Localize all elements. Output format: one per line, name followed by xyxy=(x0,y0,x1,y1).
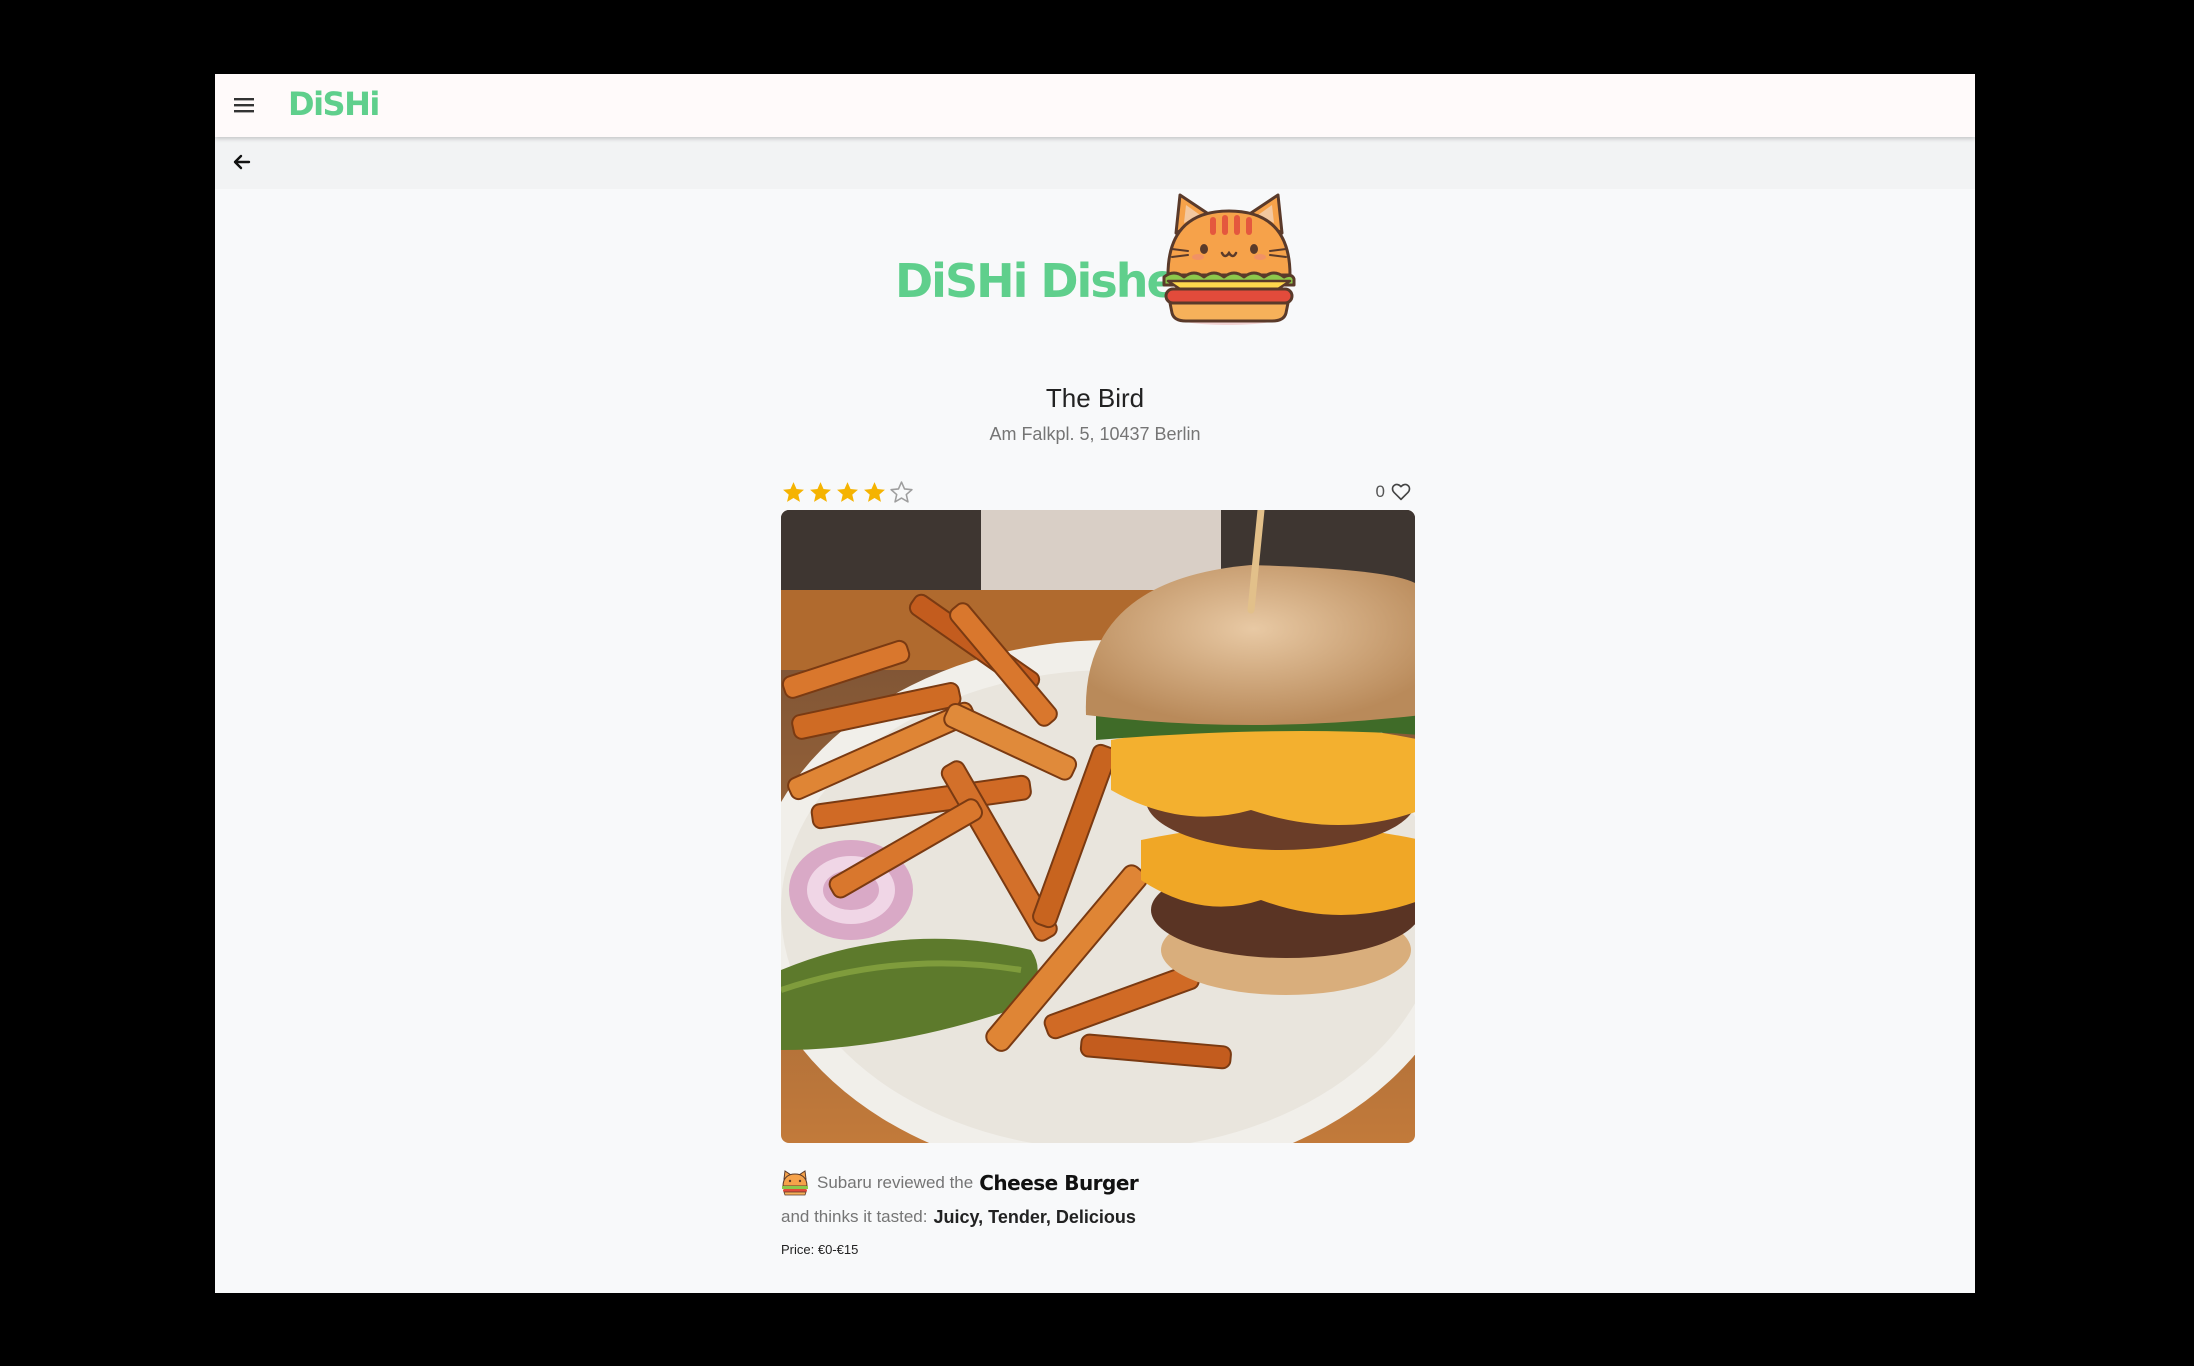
restaurant-address: Am Falkpl. 5, 10437 Berlin xyxy=(989,424,1201,444)
like-button[interactable]: 0 xyxy=(1376,482,1411,502)
back-button[interactable] xyxy=(225,145,259,179)
top-app-bar: DiSHi xyxy=(215,74,1975,137)
app-window: DiSHi DiSHi Dishes! The Bird Am Falkpl. … xyxy=(215,74,1975,1293)
price-range: Price: €0-€15 xyxy=(781,1242,859,1257)
taste-label: and thinks it tasted: xyxy=(781,1207,928,1226)
star-rating xyxy=(781,480,914,505)
menu-button[interactable] xyxy=(227,88,261,122)
taste-tags: Juicy, Tender, Delicious xyxy=(933,1206,1136,1227)
review-text: Subaru reviewed the Cheese Burger and th… xyxy=(781,1168,1415,1257)
star-filled-icon xyxy=(837,482,858,502)
heart-outline-icon xyxy=(1391,483,1411,501)
cheese-burger-photo xyxy=(781,510,1415,1143)
cat-burger-mascot-icon xyxy=(1162,193,1296,325)
star-filled-icon xyxy=(810,482,831,502)
app-logo[interactable]: DiSHi xyxy=(288,82,380,126)
taste-line: and thinks it tasted: Juicy, Tender, Del… xyxy=(781,1204,1415,1230)
menu-icon xyxy=(234,98,254,113)
like-count: 0 xyxy=(1375,482,1385,501)
restaurant-name[interactable]: The Bird xyxy=(215,383,1975,414)
card-header: 0 xyxy=(781,480,1415,510)
reviewer-avatar[interactable] xyxy=(781,1169,809,1197)
hero-banner: DiSHi Dishes! xyxy=(215,189,1975,409)
dish-review-card: 0 Subaru reviewed the Cheese Burger and … xyxy=(781,480,1415,1257)
reviewed-label: reviewed the xyxy=(876,1173,974,1192)
star-empty-icon xyxy=(890,481,913,503)
arrow-left-icon xyxy=(233,154,251,170)
reviewer-name[interactable]: Subaru xyxy=(817,1173,872,1193)
navigation-bar xyxy=(215,137,1975,189)
star-filled-icon xyxy=(783,482,804,502)
review-headline: Subaru reviewed the Cheese Burger xyxy=(781,1168,1415,1198)
star-filled-icon xyxy=(864,482,885,502)
dish-photo[interactable] xyxy=(781,510,1415,1143)
dish-name[interactable]: Cheese Burger xyxy=(979,1171,1139,1195)
